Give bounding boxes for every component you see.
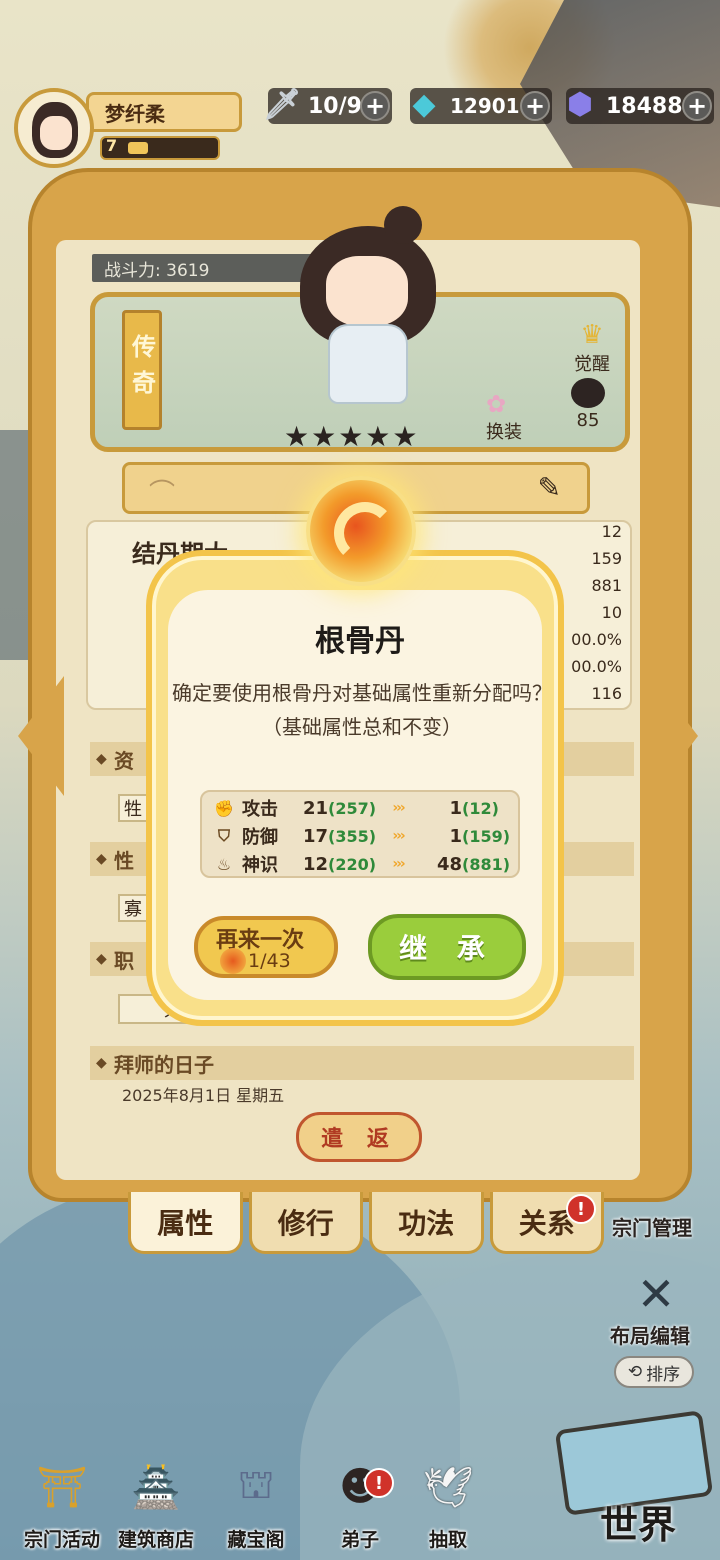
old-potential: (257)	[328, 798, 377, 818]
retry-button[interactable]: 再来一次 1/43	[194, 916, 338, 978]
pill-icon	[220, 948, 246, 974]
new-value: 1	[449, 797, 462, 819]
arrow-icon: ›››	[392, 800, 405, 816]
arrow-icon: ›››	[392, 828, 405, 844]
arrow-icon: ›››	[392, 856, 405, 872]
dialog-description: 确定要使用根骨丹对基础属性重新分配吗？（基础属性总和不变）	[172, 681, 552, 739]
dialog-title: 根骨丹	[315, 624, 405, 659]
shield-icon: ⛉	[217, 826, 230, 845]
attribute-row: ✊ 攻击 21 (257) ››› 1 (12)	[212, 794, 512, 822]
retry-count: 1/43	[248, 950, 291, 972]
new-value: 1	[449, 825, 462, 847]
old-potential: (220)	[328, 854, 377, 874]
new-potential: (12)	[462, 798, 499, 818]
flame-icon: ♨	[216, 854, 232, 874]
old-value: 21	[302, 797, 328, 819]
old-value: 17	[302, 825, 328, 847]
old-value: 12	[302, 853, 328, 875]
root-bone-pill-icon	[306, 476, 416, 586]
fist-icon: ✊	[214, 798, 234, 818]
new-potential: (159)	[462, 826, 511, 846]
new-potential: (881)	[462, 854, 511, 874]
inherit-button[interactable]: 继 承	[368, 914, 526, 980]
attribute-row: ♨ 神识 12 (220) ››› 48 (881)	[212, 850, 512, 878]
attribute-row: ⛉ 防御 17 (355) ››› 1 (159)	[212, 822, 512, 850]
attribute-name: 神识	[242, 855, 278, 876]
attribute-table: ✊ 攻击 21 (257) ››› 1 (12) ⛉ 防御 17 (355) ›…	[200, 790, 520, 878]
attribute-name: 攻击	[242, 799, 278, 820]
old-potential: (355)	[328, 826, 377, 846]
attribute-name: 防御	[242, 827, 278, 848]
new-value: 48	[436, 853, 462, 875]
